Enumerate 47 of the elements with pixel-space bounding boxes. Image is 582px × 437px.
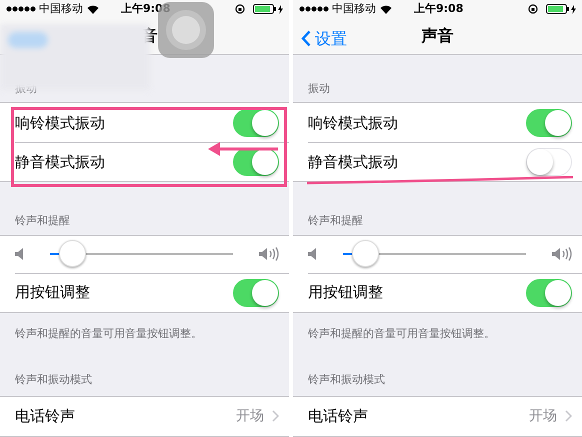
toggle-switch[interactable]	[526, 108, 572, 137]
nav-title: 音	[142, 25, 158, 48]
charging-icon	[571, 4, 576, 14]
setting-label: 响铃模式振动	[308, 112, 399, 134]
setting-value: 开场	[236, 406, 264, 426]
nav-title: 声音	[422, 25, 454, 48]
chevron-right-icon	[565, 410, 572, 422]
toggle-switch[interactable]	[233, 148, 279, 176]
section-header: 铃声和提醒	[308, 213, 364, 230]
section-header: 铃声和提醒	[15, 213, 71, 230]
section-footer: 铃声和提醒的音量可用音量按钮调整。	[15, 326, 202, 340]
rotation-lock-icon	[528, 4, 538, 14]
chevron-right-icon	[272, 410, 279, 422]
rotation-lock-icon	[235, 4, 245, 14]
setting-label: 静音模式振动	[15, 152, 106, 174]
battery-icon	[546, 4, 570, 14]
section-header: 铃声和振动模式	[308, 372, 385, 386]
clock-time: 上午9:08	[414, 1, 464, 18]
setting-label: 用按钮调整	[15, 282, 91, 304]
wifi-icon	[87, 4, 99, 14]
back-button[interactable]: 设置	[301, 26, 347, 51]
toggle-switch[interactable]	[526, 278, 572, 307]
setting-label: 响铃模式振动	[15, 112, 106, 134]
setting-label: 电话铃声	[308, 406, 369, 428]
clock-time: 上午9:08	[121, 1, 170, 18]
wifi-icon	[380, 4, 392, 14]
arrow-left-icon	[208, 142, 278, 156]
volume-high-icon	[259, 247, 279, 262]
setting-value: 开场	[529, 406, 557, 426]
section-header: 振动	[308, 80, 331, 97]
setting-label: 静音模式振动	[308, 152, 399, 174]
signal-icon	[6, 6, 36, 12]
toggle-switch[interactable]	[233, 108, 279, 137]
toggle-switch[interactable]	[233, 278, 279, 307]
setting-label: 电话铃声	[15, 406, 76, 428]
charging-icon	[278, 4, 283, 14]
volume-low-icon	[308, 248, 317, 260]
volume-high-icon	[552, 247, 572, 262]
battery-icon	[253, 4, 277, 14]
signal-icon	[299, 6, 329, 12]
volume-low-icon	[15, 248, 24, 260]
section-footer: 铃声和提醒的音量可用音量按钮调整。	[308, 326, 495, 340]
carrier-name: 中国移动	[332, 1, 376, 18]
section-header: 铃声和振动模式	[15, 372, 92, 386]
chevron-left-icon	[301, 30, 311, 48]
setting-label: 用按钮调整	[308, 282, 384, 304]
carrier-name: 中国移动	[39, 1, 83, 18]
